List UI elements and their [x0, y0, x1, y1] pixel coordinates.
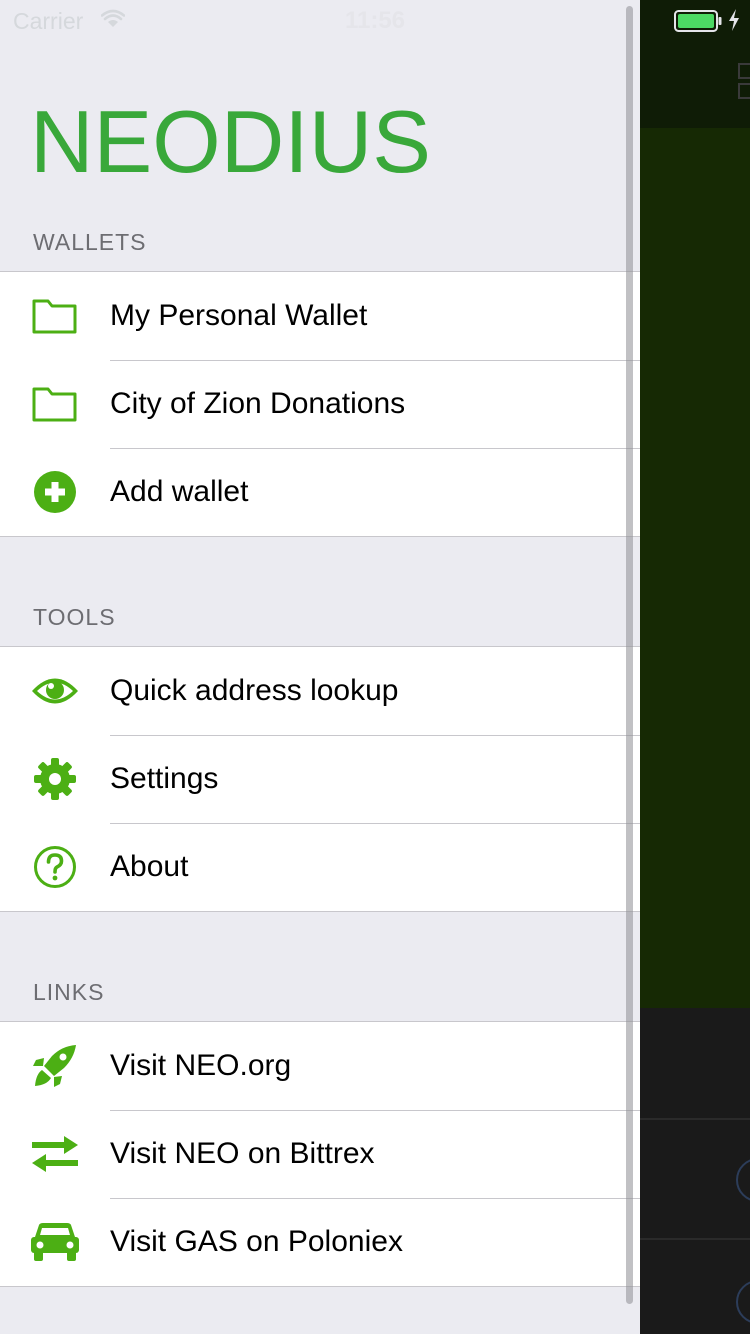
menu-item-city-of-zion-donations[interactable]: City of Zion Donations — [0, 360, 640, 448]
section-header-tools: TOOLS — [33, 604, 116, 630]
tools-group: Quick address lookup Settings About — [0, 646, 640, 912]
section-header-links: LINKS — [33, 979, 105, 1005]
menu-item-visit-neo-org[interactable]: Visit NEO.org — [0, 1022, 640, 1110]
menu-item-settings[interactable]: Settings — [0, 735, 640, 823]
menu-item-add-wallet[interactable]: Add wallet — [0, 448, 640, 536]
folder-icon — [28, 380, 82, 428]
links-group: Visit NEO.org Visit NEO on Bittrex Visit… — [0, 1021, 640, 1287]
menu-item-about[interactable]: About — [0, 823, 640, 911]
menu-item-label: Visit NEO on Bittrex — [110, 1137, 375, 1170]
menu-item-label: Visit GAS on Poloniex — [110, 1225, 403, 1258]
section-header-wallets: WALLETS — [33, 229, 147, 255]
menu-item-visit-gas-on-poloniex[interactable]: Visit GAS on Poloniex — [0, 1198, 640, 1286]
rocket-icon — [28, 1042, 82, 1090]
menu-item-label: Visit NEO.org — [110, 1049, 292, 1082]
menu-item-my-personal-wallet[interactable]: My Personal Wallet — [0, 272, 640, 360]
wallets-group: My Personal Wallet City of Zion Donation… — [0, 271, 640, 537]
gear-icon — [28, 755, 82, 803]
menu-item-visit-neo-on-bittrex[interactable]: Visit NEO on Bittrex — [0, 1110, 640, 1198]
menu-item-label: City of Zion Donations — [110, 387, 406, 420]
charging-bolt-icon — [729, 9, 739, 31]
app-brand-title: NEODIUS — [30, 92, 431, 191]
status-time: 11:56 — [344, 7, 406, 34]
qr-code-icon[interactable] — [738, 62, 750, 102]
menu-item-label: Quick address lookup — [110, 674, 399, 707]
menu-item-label: Settings — [110, 762, 219, 795]
eye-icon — [28, 667, 82, 715]
menu-item-quick-address-lookup[interactable]: Quick address lookup — [0, 647, 640, 735]
folder-icon — [28, 292, 82, 340]
side-drawer: NEODIUS WALLETS My Personal Wallet City … — [0, 0, 640, 1334]
menu-item-label: My Personal Wallet — [110, 299, 368, 332]
menu-item-label: Add wallet — [110, 475, 249, 508]
question-circle-icon — [28, 843, 82, 891]
menu-item-label: About — [110, 850, 189, 883]
car-icon — [28, 1218, 82, 1266]
plus-circle-icon — [28, 468, 82, 516]
scroll-indicator[interactable] — [626, 6, 633, 1304]
battery-icon — [674, 10, 722, 32]
exchange-icon — [28, 1130, 82, 1178]
